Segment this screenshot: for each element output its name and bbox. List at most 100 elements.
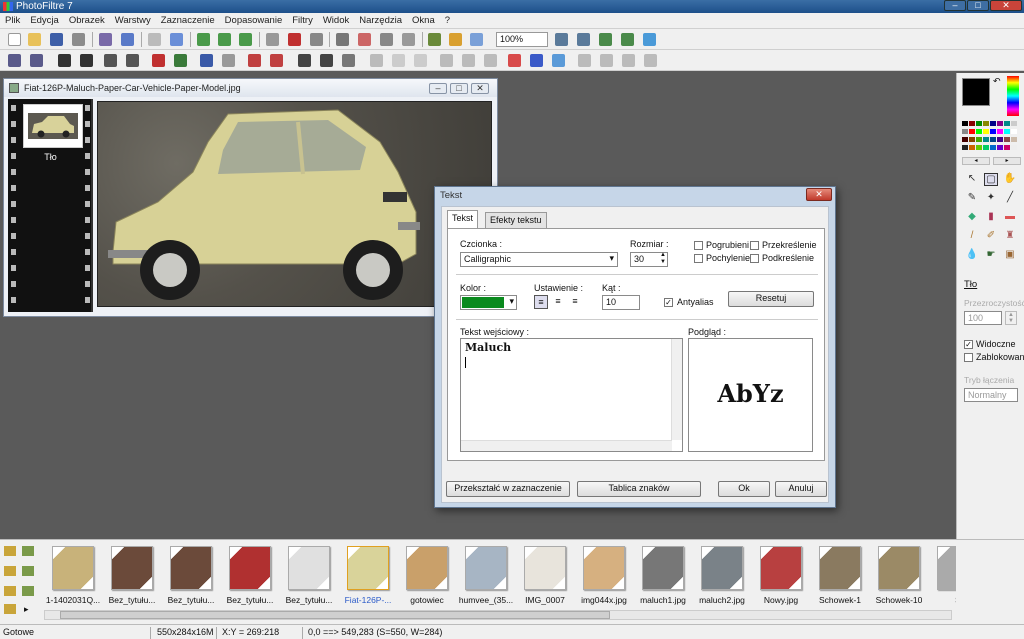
document-thumbnail[interactable]: 1-1402031Q... [44, 544, 102, 606]
palette-swatch[interactable] [1011, 121, 1017, 126]
new-file-icon[interactable] [8, 33, 21, 46]
palette-swatch[interactable] [983, 137, 989, 142]
palette-swatch[interactable] [962, 137, 968, 142]
ok-button[interactable]: Ok [718, 481, 770, 497]
convert-to-selection-button[interactable]: Przekształć w zaznaczenie [446, 481, 570, 497]
antialias-checkbox[interactable]: ✓ [664, 298, 673, 307]
bar-tool-icon[interactable] [22, 566, 34, 576]
scrollbar-thumb[interactable] [60, 611, 610, 619]
scan-icon[interactable] [121, 33, 134, 46]
visible-checkbox[interactable]: ✓ [964, 340, 973, 349]
swap-colors-icon[interactable]: ↶ [993, 76, 1001, 87]
minimize-button[interactable]: – [944, 0, 966, 11]
dialog-close-button[interactable]: ✕ [806, 188, 832, 201]
palette-swatch[interactable] [983, 129, 989, 134]
vertical-scrollbar[interactable] [671, 339, 682, 440]
menu-okna[interactable]: Okna [407, 13, 440, 26]
canvas-size-icon[interactable] [358, 33, 371, 46]
contrast-up-icon[interactable] [126, 54, 139, 67]
palette-swatch[interactable] [983, 121, 989, 126]
bar-tool-icon[interactable] [22, 546, 34, 556]
noise-icon[interactable] [342, 54, 355, 67]
palette-swatch[interactable] [969, 137, 975, 142]
autolevel-icon[interactable] [248, 54, 261, 67]
zoom-select[interactable]: 100% [496, 32, 548, 47]
sharpen-icon[interactable] [320, 54, 333, 67]
animate-icon[interactable] [622, 54, 635, 67]
bar-tool-icon[interactable] [4, 566, 16, 576]
tab-tekst[interactable]: Tekst [447, 210, 479, 228]
close-doc-icon[interactable] [72, 33, 85, 46]
text-icon[interactable] [402, 33, 415, 46]
palette-swatch[interactable] [1004, 137, 1010, 142]
redo-icon[interactable] [170, 33, 183, 46]
size-spinner[interactable]: 30 ▲ ▼ [630, 252, 668, 267]
character-map-button[interactable]: Tablica znaków [577, 481, 701, 497]
document-thumbnail[interactable]: Schowek-10 [870, 544, 928, 606]
align-center-button[interactable]: ≡ [551, 295, 565, 309]
play-icon[interactable]: ▸ [24, 604, 29, 615]
select-icon[interactable] [8, 54, 21, 67]
brightness-down-icon[interactable] [58, 54, 71, 67]
line-tool-icon[interactable]: ╱ [1003, 192, 1017, 205]
image-close-button[interactable]: ✕ [471, 83, 489, 94]
contrast-down-icon[interactable] [104, 54, 117, 67]
palette-swatch[interactable] [990, 137, 996, 142]
zoom-out-icon[interactable] [577, 33, 590, 46]
bold-checkbox[interactable] [694, 241, 703, 250]
fullscreen-icon[interactable] [470, 33, 483, 46]
palette-swatch[interactable] [976, 137, 982, 142]
document-thumbnail[interactable]: Bez_tytułu... [221, 544, 279, 606]
blur-icon[interactable] [298, 54, 311, 67]
align-left-button[interactable]: ≡ [534, 295, 548, 309]
document-thumbnail[interactable]: Bez_tytułu... [280, 544, 338, 606]
opacity-spinner[interactable]: ▲ ▼ [1005, 311, 1017, 325]
menu-edycja[interactable]: Edycja [25, 13, 64, 26]
image-maximize-button[interactable]: □ [450, 83, 468, 94]
batch-icon[interactable] [600, 54, 613, 67]
color-picker[interactable]: ▾ [460, 295, 517, 310]
strike-checkbox[interactable] [750, 241, 759, 250]
palette-swatch[interactable] [1011, 129, 1017, 134]
underline-checkbox[interactable] [750, 254, 759, 263]
hue-icon[interactable] [174, 54, 187, 67]
spinner-arrows-icon[interactable]: ▲ ▼ [660, 252, 666, 266]
layer-icon[interactable] [428, 33, 441, 46]
plugin-icon[interactable] [644, 54, 657, 67]
palette-swatch[interactable] [983, 145, 989, 150]
shear-icon[interactable] [484, 54, 497, 67]
opacity-field[interactable]: 100 [964, 311, 1002, 325]
rotate-icon[interactable] [462, 54, 475, 67]
locked-checkbox[interactable] [964, 353, 973, 362]
palette-swatch[interactable] [962, 129, 968, 134]
image-size-icon[interactable] [336, 33, 349, 46]
screen-icon[interactable] [643, 33, 656, 46]
palette-swatch[interactable] [990, 121, 996, 126]
document-thumbnail[interactable]: Fiat-126P-... [339, 544, 397, 606]
autocontrast-icon[interactable] [270, 54, 283, 67]
document-thumbnail[interactable]: gotowiec [398, 544, 456, 606]
align-right-button[interactable]: ≡ [568, 295, 582, 309]
palette-swatch[interactable] [1004, 129, 1010, 134]
gamma-icon[interactable] [200, 54, 213, 67]
reset-button[interactable]: Resetuj [728, 291, 814, 307]
document-thumbnail[interactable]: Bez_tytułu... [162, 544, 220, 606]
document-thumbnail[interactable]: humvee_(35... [457, 544, 515, 606]
eraser-icon[interactable]: ▬ [1003, 211, 1017, 224]
menu-widok[interactable]: Widok [318, 13, 354, 26]
brightness-up-icon[interactable] [80, 54, 93, 67]
document-thumbnail[interactable]: IMG_0007 [516, 544, 574, 606]
color-palette[interactable] [962, 121, 1020, 155]
open-folder-icon[interactable] [28, 33, 41, 46]
actual-size-icon[interactable] [621, 33, 634, 46]
palette-next-button[interactable]: ▸ [993, 157, 1021, 165]
color-spectrum[interactable] [1007, 76, 1019, 116]
grayscale-icon[interactable] [310, 33, 323, 46]
document-thumbnail[interactable]: S [929, 544, 956, 606]
finger-icon[interactable]: ☛ [984, 249, 998, 262]
transform-icon[interactable] [380, 33, 393, 46]
effects-icon[interactable] [449, 33, 462, 46]
menu-obrazek[interactable]: Obrazek [64, 13, 110, 26]
palette-swatch[interactable] [969, 121, 975, 126]
bar-tool-icon[interactable] [4, 586, 16, 596]
